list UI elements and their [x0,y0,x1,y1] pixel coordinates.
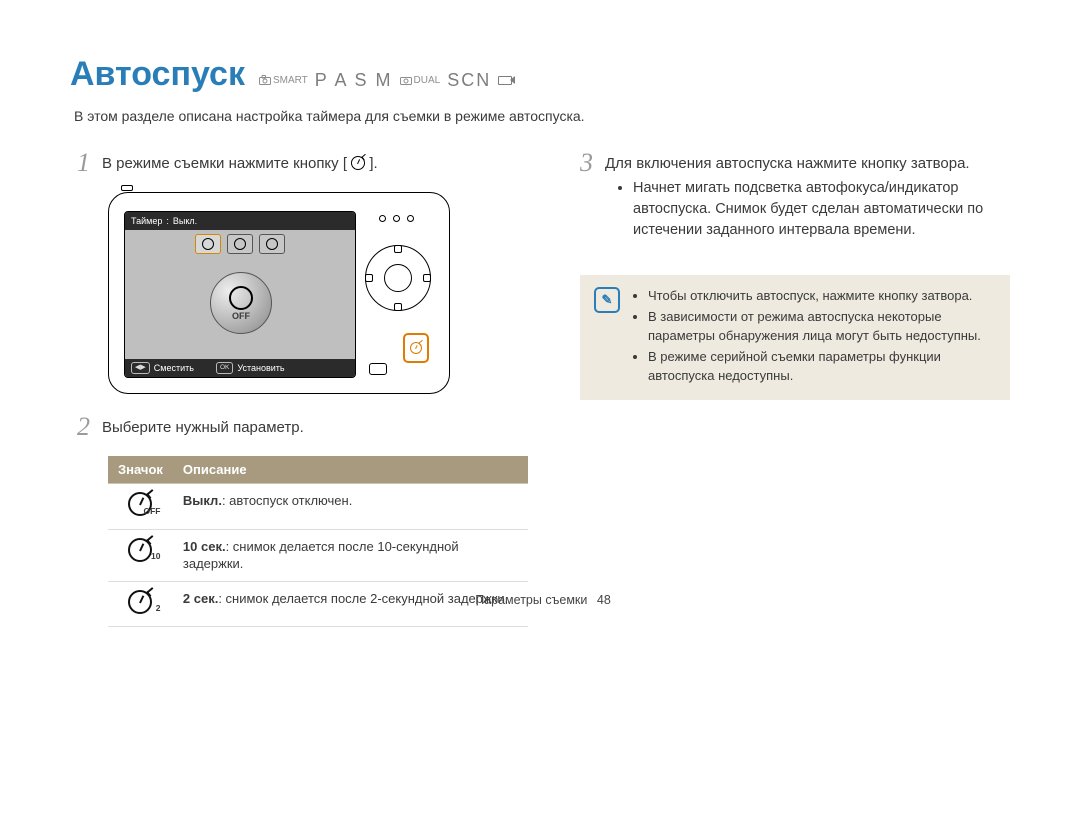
pasm-modes: P A S M [315,70,393,91]
row-text: : автоспуск отключен. [222,493,352,508]
step-3-title: Для включения автоспуска нажмите кнопку … [605,155,970,172]
step-1-text: В режиме съемки нажмите кнопку [ ]. [102,150,378,174]
scn-mode: SCN [447,70,491,91]
camera-control-dots [379,215,414,222]
step-number: 2 [70,414,90,440]
note-box: ✎ Чтобы отключить автоспуск, нажмите кно… [580,275,1010,399]
table-row: 10 10 сек.: снимок делается после 10-сек… [108,529,528,581]
icon-sub: OFF [143,506,160,517]
page-title: Автоспуск [70,55,245,94]
note-icon: ✎ [594,287,620,313]
list-item: Начнет мигать подсветка автофокуса/индик… [633,178,1010,241]
camera-dpad [365,245,431,311]
screen-options-row [125,234,355,254]
step-number: 3 [580,150,593,176]
dial-timer-icon [229,286,253,310]
timer-button-icon [410,342,422,354]
camera-illustration: Таймер : Выкл. OF [108,192,528,394]
intro-text: В этом разделе описана настройка таймера… [74,108,1010,124]
page-footer: Параметры съемки 48 [0,593,1080,607]
screen-move-label: Сместить [154,363,194,373]
content-columns: 1 В режиме съемки нажмите кнопку [ ]. Та… [70,150,1010,627]
th-icon: Значок [108,456,173,484]
highlighted-timer-button [403,333,429,363]
right-column: 3 Для включения автоспуска нажмите кнопк… [580,150,1010,627]
list-item: Чтобы отключить автоспуск, нажмите кнопк… [648,287,996,306]
step-number: 1 [70,150,90,176]
list-item: В режиме серийной съемки параметры функц… [648,348,996,386]
camera-body: Таймер : Выкл. OF [108,192,450,394]
screen-top-sep: : [166,216,169,226]
screen-top-value: Выкл. [173,216,197,226]
dial-label: OFF [232,311,250,321]
page: Автоспуск SMART P A S M DUAL SCN [0,0,1080,627]
step-1-post: ]. [369,155,377,172]
row-bold: 10 сек. [183,539,226,554]
step-2-text: Выберите нужный параметр. [102,414,304,438]
ok-key-icon: OK [216,362,233,374]
row-off-icon-cell: OFF [108,484,173,530]
dpad-up-icon [394,245,402,253]
timer-icon [351,156,365,170]
option-2s-icon [259,234,285,254]
icon-sub: 10 [151,551,160,562]
step-3: 3 Для включения автоспуска нажмите кнопк… [580,150,1010,259]
option-off-icon [195,234,221,254]
row-10s-desc: 10 сек.: снимок делается после 10-секунд… [173,529,528,581]
note-list: Чтобы отключить автоспуск, нажмите кнопк… [632,287,996,387]
footer-page: 48 [597,593,611,607]
camera-small-button [369,363,387,375]
dpad-down-icon [394,303,402,311]
screen-top-label: Таймер [131,216,162,226]
screen-bottombar: ◀▶ Сместить OK Установить [125,359,355,377]
screen-body: OFF [125,230,355,359]
row-10s-icon-cell: 10 [108,529,173,581]
screen-ok-label: Установить [237,363,284,373]
th-desc: Описание [173,456,528,484]
option-10s-icon [227,234,253,254]
dual-mode-icon: DUAL [400,75,441,86]
smart-label: SMART [273,75,308,86]
camera-screen: Таймер : Выкл. OF [124,211,356,378]
step-1: 1 В режиме съемки нажмите кнопку [ ]. [70,150,528,176]
nav-key-icon: ◀▶ [131,362,150,374]
step-3-text: Для включения автоспуска нажмите кнопку … [605,150,1010,259]
footer-section: Параметры съемки [475,593,587,607]
list-item: В зависимости от режима автоспуска некот… [648,308,996,346]
smart-mode-icon: SMART [259,75,308,86]
timer-off-icon: OFF [128,492,152,516]
screen-topbar: Таймер : Выкл. [125,212,355,230]
table-row: OFF Выкл.: автоспуск отключен. [108,484,528,530]
screen-big-dial: OFF [210,272,272,334]
row-off-desc: Выкл.: автоспуск отключен. [173,484,528,530]
step-1-pre: В режиме съемки нажмите кнопку [ [102,155,347,172]
video-mode-icon [498,76,512,85]
dpad-left-icon [365,274,373,282]
dpad-right-icon [423,274,431,282]
timer-10s-icon: 10 [128,538,152,562]
note-glyph: ✎ [602,291,613,310]
dual-label: DUAL [414,75,441,86]
table-header-row: Значок Описание [108,456,528,484]
row-bold: Выкл. [183,493,222,508]
left-column: 1 В режиме съемки нажмите кнопку [ ]. Та… [70,150,528,627]
step-2: 2 Выберите нужный параметр. [70,414,528,440]
title-row: Автоспуск SMART P A S M DUAL SCN [70,55,1010,94]
step-3-bullets: Начнет мигать подсветка автофокуса/индик… [615,178,1010,241]
mode-strip: SMART P A S M DUAL SCN [259,70,512,91]
